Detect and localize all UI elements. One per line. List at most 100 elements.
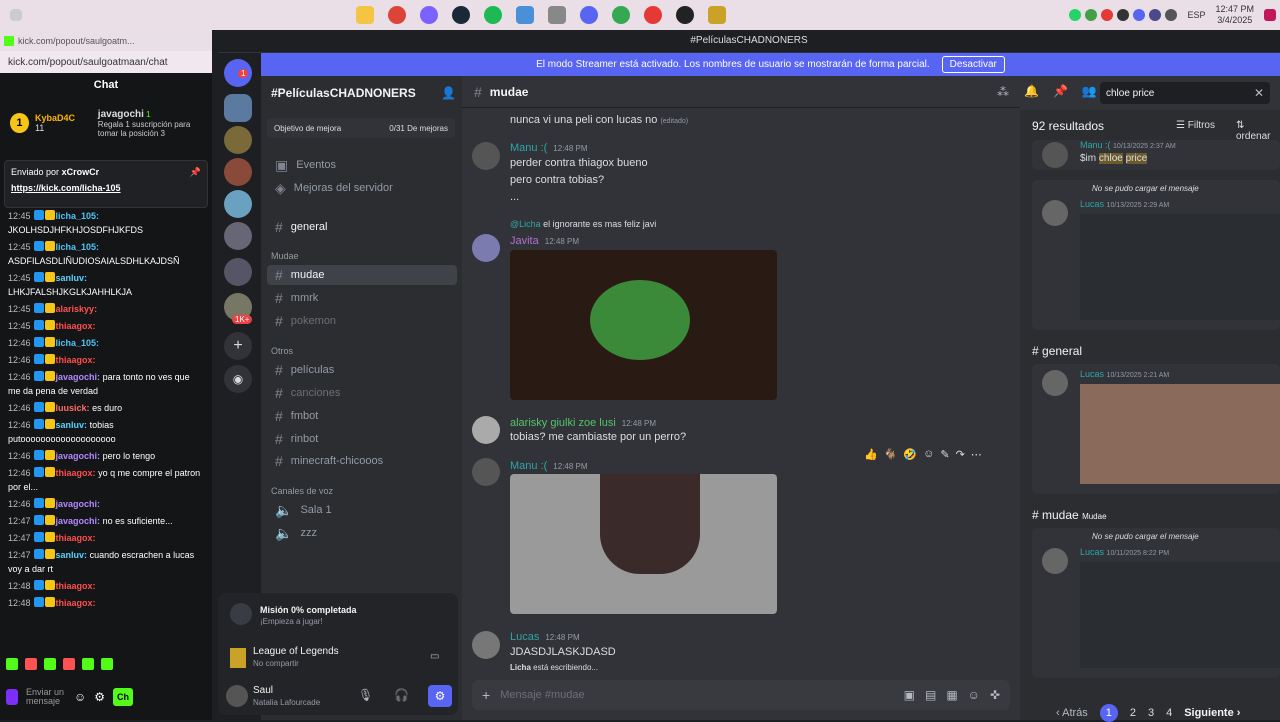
user-avatar[interactable] — [472, 458, 500, 486]
stream-icon[interactable]: ▭ — [430, 651, 439, 662]
sort-button[interactable]: ⇅ ordenar — [1236, 120, 1280, 142]
emoji-icon[interactable]: ☺ — [74, 690, 86, 704]
chat-username[interactable]: sanluv: — [56, 420, 88, 430]
search-result[interactable]: Manu :( 10/13/2025 2:37 AM $im chloe pri… — [1032, 140, 1280, 170]
next-page-button[interactable]: Siguiente › — [1184, 707, 1240, 719]
voice-sala1[interactable]: 🔈 Sala 1 — [267, 500, 457, 520]
user-avatar[interactable] — [226, 685, 248, 707]
filters-button[interactable]: ☰ Filtros — [1176, 120, 1215, 131]
user-settings-icon[interactable]: ⚙ — [428, 685, 452, 707]
chat-username[interactable]: javagochi: — [56, 372, 101, 382]
channel-canciones[interactable]: # canciones — [267, 383, 457, 403]
image-attachment[interactable] — [510, 250, 777, 400]
mic-icon[interactable]: 🎙 — [358, 688, 373, 702]
channel-mmrk[interactable]: # mmrk — [267, 288, 457, 308]
emote-icon[interactable] — [25, 658, 37, 670]
category-voice[interactable]: Canales de voz — [271, 486, 333, 496]
chat-username[interactable]: javagochi: — [56, 516, 101, 526]
pin-icon[interactable]: 📌 — [190, 167, 201, 178]
result-image[interactable] — [1080, 384, 1280, 484]
app3-icon[interactable] — [708, 6, 726, 24]
emote-icon[interactable] — [63, 658, 75, 670]
disable-streamer-button[interactable]: Desactivar — [941, 56, 1005, 73]
user-avatar[interactable] — [472, 631, 500, 659]
more-icon[interactable]: ⋯ — [971, 448, 982, 468]
chat-username[interactable]: alariskyy: — [56, 304, 98, 314]
settings-icon[interactable]: ⚙ — [94, 690, 105, 704]
chat-username[interactable]: licha_105: — [56, 211, 100, 221]
chat-username[interactable]: javagochi: — [56, 451, 101, 461]
chat-username[interactable]: thiaagox: — [56, 468, 96, 478]
reaction-goat-icon[interactable]: 🐐 — [884, 448, 898, 468]
message-author[interactable]: Manu :(12:48 PM — [510, 460, 588, 472]
server-icon[interactable] — [224, 126, 252, 154]
reaction-laugh-icon[interactable]: 🤣 — [903, 448, 917, 468]
reply-preview[interactable]: @Licha el ignorante es mas feliz javi — [510, 219, 656, 229]
reply-icon[interactable]: ↷ — [956, 448, 965, 468]
user-avatar[interactable] — [472, 416, 500, 444]
page-button[interactable]: 2 — [1130, 707, 1136, 719]
category-otros[interactable]: Otros — [271, 346, 293, 356]
channel-mudae[interactable]: # mudae — [267, 265, 457, 285]
channel-general[interactable]: # general — [267, 217, 457, 237]
chat-username[interactable]: thiaagox: — [56, 321, 96, 331]
chrome-icon[interactable] — [388, 6, 406, 24]
photos-icon[interactable] — [548, 6, 566, 24]
kick-address-bar[interactable]: kick.com/popout/saulgoatmaan/chat — [0, 51, 212, 73]
spotify-icon[interactable] — [484, 6, 502, 24]
server-icon[interactable] — [224, 158, 252, 186]
chat-username[interactable]: luusick: — [56, 403, 90, 413]
message-input[interactable]: Mensaje #mudae — [500, 689, 893, 701]
search-result[interactable]: Lucas 10/13/2025 2:21 AM — [1032, 364, 1280, 494]
boost-goal[interactable]: Objetivo de mejora 0/31 De mejoras — [267, 118, 455, 138]
chat-username[interactable]: javagochi: — [56, 499, 101, 509]
server-icon[interactable] — [224, 94, 252, 122]
attach-plus-icon[interactable]: + — [482, 687, 490, 703]
gift-icon[interactable]: ▣ — [904, 688, 915, 702]
channel-rinbot[interactable]: # rinbot — [267, 429, 457, 449]
gif-icon[interactable]: ▤ — [925, 688, 936, 702]
gift-banner[interactable]: 1 KybaD4C 11 javagochi 1 Regala 1 suscri… — [0, 97, 212, 149]
emote-icon[interactable] — [44, 658, 56, 670]
image-attachment[interactable] — [510, 474, 777, 614]
reaction-thumbs-icon[interactable]: 👍 — [864, 448, 878, 468]
tray-whatsapp-icon[interactable] — [1069, 9, 1082, 21]
mission-title[interactable]: Misión 0% completada — [260, 605, 357, 615]
kick-message-input[interactable]: Enviar un mensaje — [26, 688, 66, 706]
server-folder-icon[interactable] — [224, 258, 252, 286]
user-avatar[interactable] — [472, 142, 500, 170]
prev-page-button[interactable]: ‹ Atrás — [1056, 707, 1088, 719]
user-name[interactable]: Saul — [253, 685, 273, 696]
message-author[interactable]: alarisky giulki zoe lusi 12:48 PM — [510, 417, 656, 429]
notification-icon[interactable] — [1264, 9, 1276, 21]
chat-username[interactable]: thiaagox: — [56, 355, 96, 365]
emote-icon[interactable] — [101, 658, 113, 670]
folder-icon[interactable] — [356, 6, 374, 24]
apps-icon[interactable]: ✜ — [990, 688, 1000, 702]
obs-icon[interactable] — [676, 6, 694, 24]
events-item[interactable]: ▣ Eventos — [267, 155, 457, 175]
invite-icon[interactable]: 👤 — [441, 86, 456, 100]
result-image[interactable] — [1080, 214, 1280, 320]
chat-username[interactable]: thiaagox: — [56, 533, 96, 543]
headphones-icon[interactable]: 🎧 — [394, 688, 409, 702]
chat-username[interactable]: sanluv: — [56, 550, 88, 560]
chat-username[interactable]: licha_105: — [56, 242, 100, 252]
message-author[interactable]: Manu :(12:48 PM — [510, 142, 588, 154]
emoji-icon[interactable]: ☺ — [968, 688, 980, 702]
members-icon[interactable]: 👥 — [1082, 84, 1097, 98]
add-reaction-icon[interactable]: ☺ — [923, 448, 934, 468]
edit-icon[interactable]: ✎ — [940, 448, 949, 468]
chat-username[interactable]: thiaagox: — [56, 581, 96, 591]
discover-icon[interactable]: ◉ — [224, 365, 252, 393]
voice-zzz[interactable]: 🔈 zzz — [267, 523, 457, 543]
server-name[interactable]: #PelículasCHADNONERS — [271, 86, 416, 100]
tray-app2-icon[interactable] — [1101, 9, 1114, 21]
chat-send-button[interactable]: Ch — [113, 688, 134, 706]
chat-username[interactable]: licha_105: — [56, 338, 100, 348]
app-icon[interactable] — [420, 6, 438, 24]
clock[interactable]: 12:47 PM 3/4/2025 — [1215, 4, 1254, 26]
chat-username[interactable]: sanluv: — [56, 273, 88, 283]
sticker-icon[interactable]: ▦ — [946, 688, 957, 702]
tray-wifi-icon[interactable] — [1149, 9, 1162, 21]
